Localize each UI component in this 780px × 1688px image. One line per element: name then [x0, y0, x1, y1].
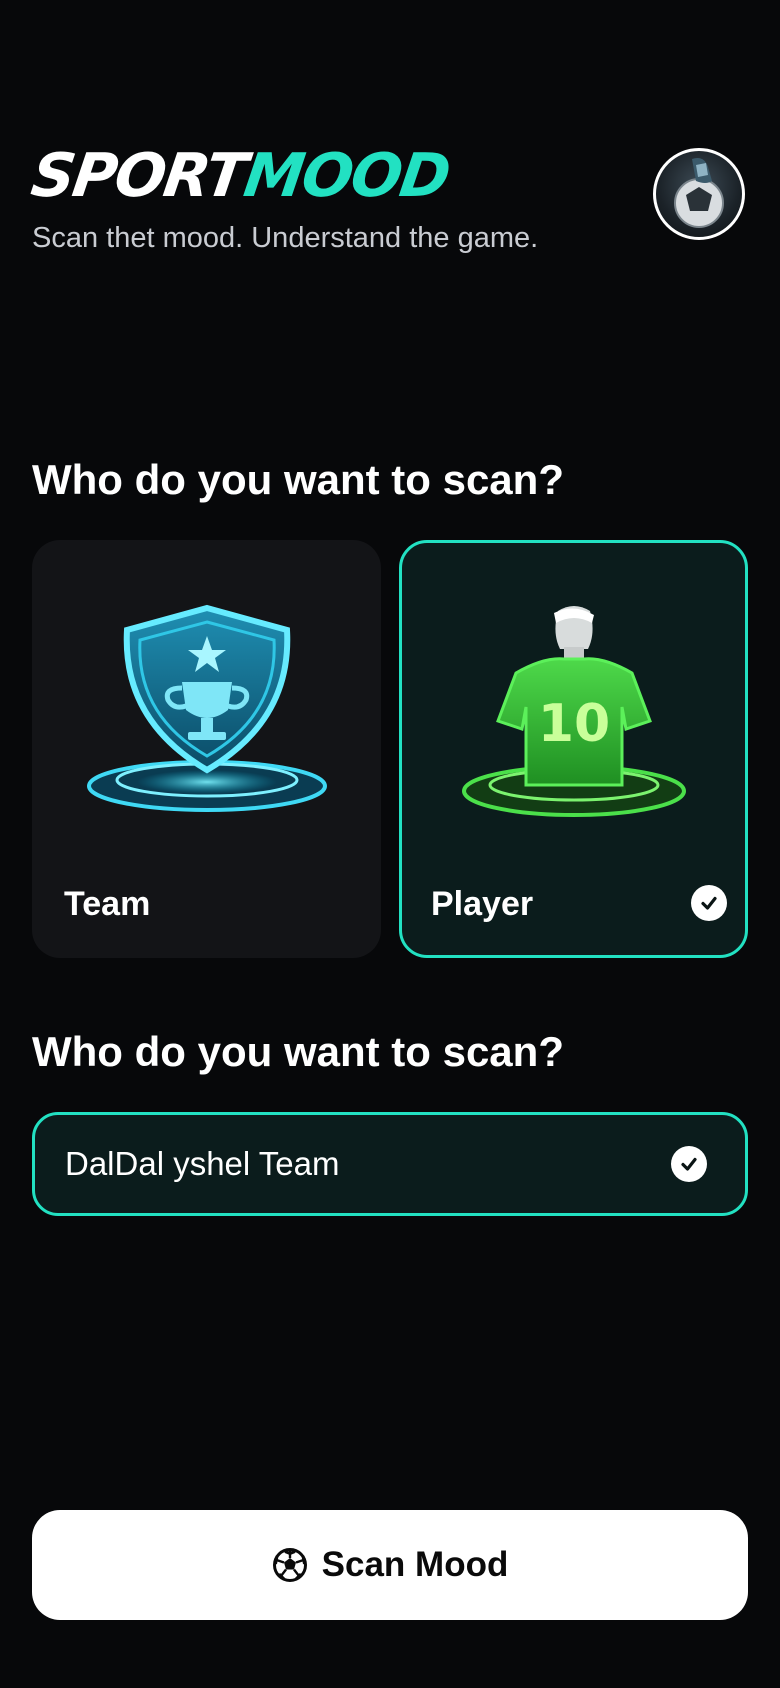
- tagline: Scan thet mood. Understand the game.: [32, 222, 539, 254]
- jersey-number: 10: [537, 694, 609, 754]
- brand-logo: SPORTMOOD: [27, 141, 453, 211]
- section-title-scan-type: Who do you want to scan?: [32, 456, 564, 503]
- option-card-team[interactable]: Team: [32, 540, 381, 958]
- option-label-team: Team: [64, 885, 151, 923]
- option-label-player: Player: [431, 885, 534, 923]
- avatar-image: [674, 158, 724, 228]
- check-icon: [671, 1146, 707, 1182]
- scan-mood-label: Scan Mood: [321, 1545, 509, 1584]
- team-select-field[interactable]: DalDal yshel Team: [32, 1112, 748, 1216]
- option-card-player[interactable]: 10 Player: [399, 540, 748, 958]
- soccer-ball-icon: [272, 1548, 307, 1582]
- check-icon: [691, 885, 727, 921]
- section-title-team-select: Who do you want to scan?: [32, 1028, 564, 1075]
- player-jersey-icon: 10: [461, 606, 686, 817]
- brand-logo-part1: SPORT: [27, 141, 250, 211]
- scan-mood-button[interactable]: Scan Mood: [32, 1510, 748, 1620]
- avatar[interactable]: [653, 148, 745, 240]
- trophy-shield-icon: [86, 604, 327, 812]
- team-select-value: DalDal yshel Team: [65, 1145, 340, 1182]
- brand-logo-part2: MOOD: [239, 141, 454, 211]
